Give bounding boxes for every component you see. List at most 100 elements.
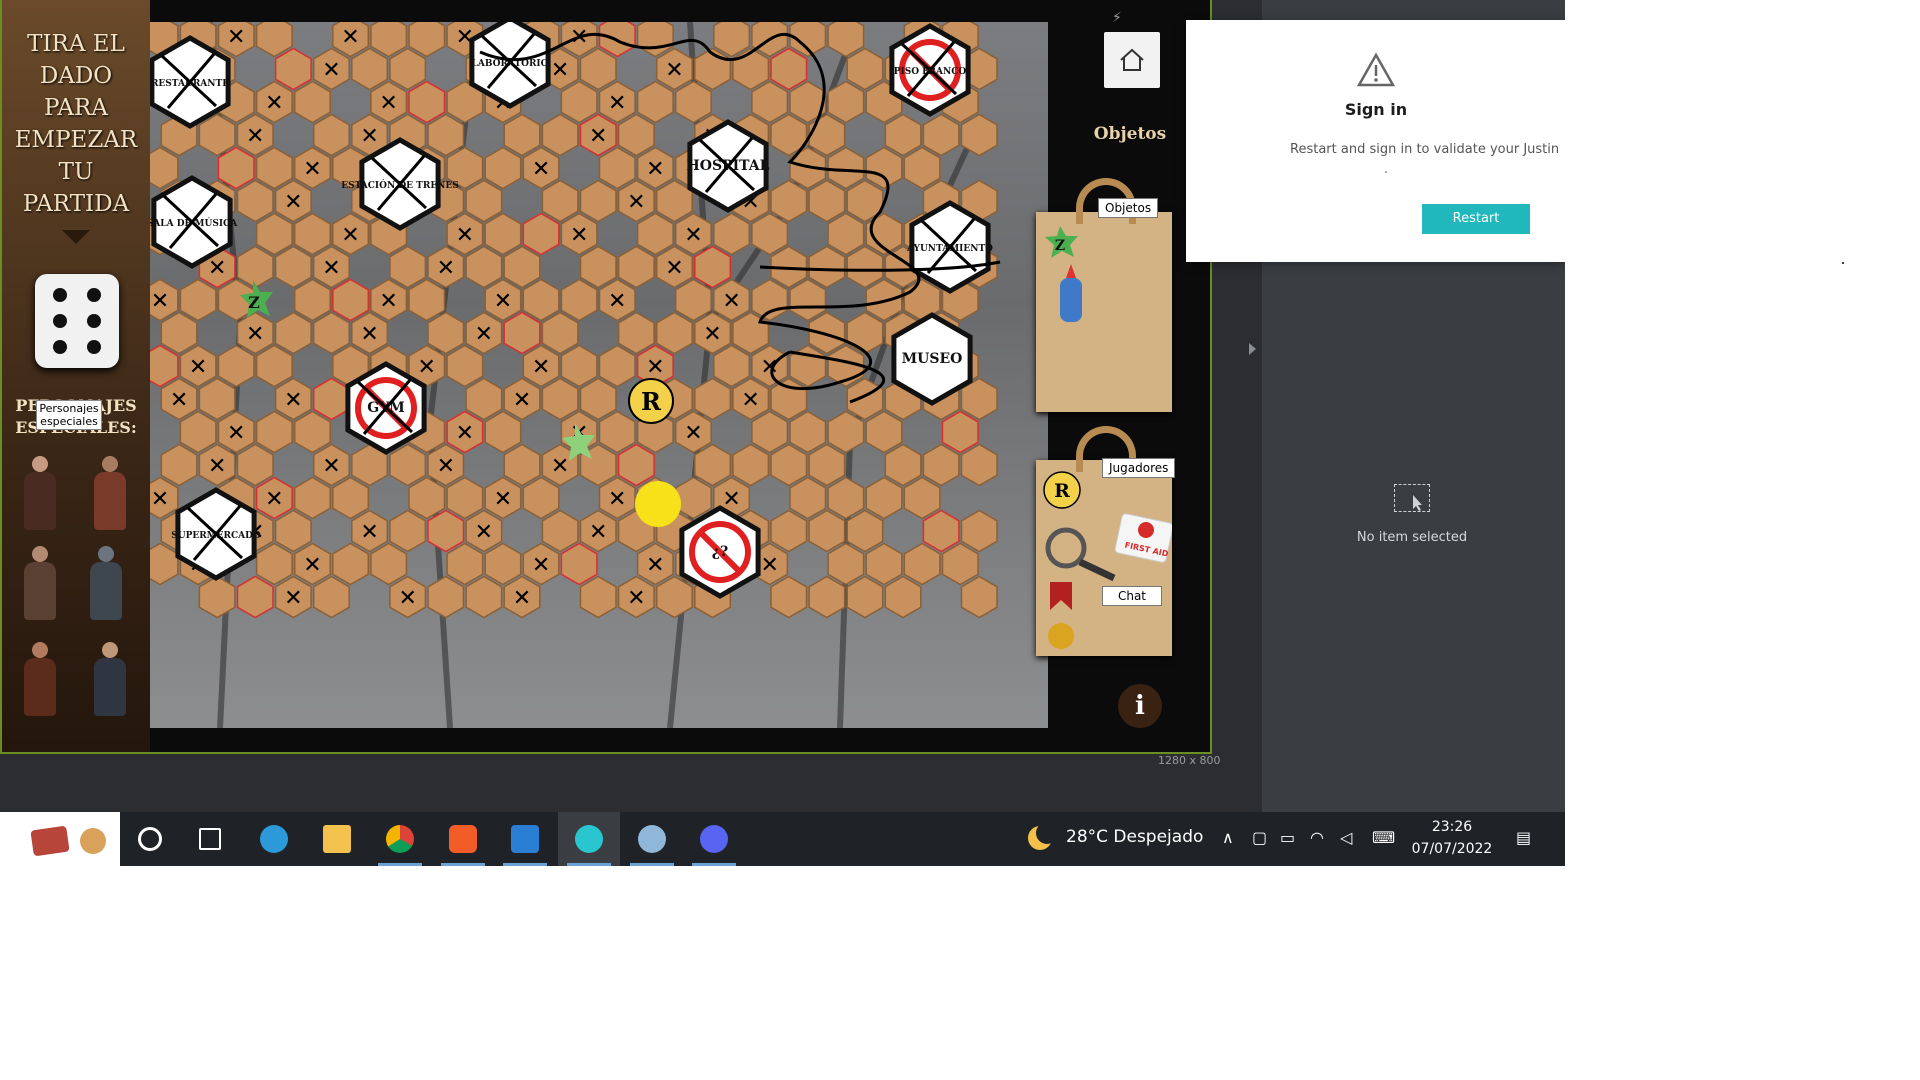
brave-icon[interactable] [449,825,477,853]
board-cell[interactable] [293,278,331,322]
board-cell[interactable] [255,344,293,388]
weather-text[interactable]: 28°C Despejado [1066,827,1203,847]
board-cell[interactable] [484,146,522,190]
dice-button[interactable] [35,274,119,368]
board-cell[interactable] [408,22,446,58]
clock-date[interactable]: 07/07/2022 [1406,841,1498,857]
board-cell[interactable] [865,476,903,520]
character-avatar[interactable] [16,544,64,622]
board-cell[interactable] [236,245,274,289]
board-cell[interactable] [274,311,312,355]
board-cell[interactable] [255,542,293,586]
board-cell[interactable] [846,509,884,553]
board-cell[interactable] [293,476,331,520]
board-cell[interactable] [198,113,236,157]
board-cell[interactable] [827,146,865,190]
board-cell[interactable] [941,410,979,454]
character-avatar[interactable] [16,454,64,532]
board-cell[interactable] [560,80,598,124]
board-cell[interactable] [370,22,408,58]
board-cell[interactable] [636,212,674,256]
board-cell[interactable] [255,22,293,58]
board-cell[interactable] [560,278,598,322]
notifications-icon[interactable]: ▤ [1516,828,1531,847]
board-cell[interactable] [160,311,198,355]
board-cell[interactable] [827,22,865,58]
board-cell[interactable] [503,311,541,355]
board-cell[interactable] [636,80,674,124]
board-cell[interactable] [503,113,541,157]
board-cell[interactable] [427,113,465,157]
board-cell[interactable] [770,509,808,553]
board-cell[interactable] [389,245,427,289]
board-cell[interactable] [150,146,179,190]
file-explorer-icon[interactable] [323,825,351,853]
board-cell[interactable] [960,443,998,487]
board-cell[interactable] [884,575,922,619]
board-cell[interactable] [808,443,846,487]
board-cell[interactable] [484,410,522,454]
board-cell[interactable] [617,113,655,157]
room-tile[interactable]: ¿? [679,505,761,599]
board-cell[interactable] [150,344,179,388]
board-cell[interactable] [674,476,712,520]
board-cell[interactable] [808,509,846,553]
board-cell[interactable] [408,278,446,322]
board-cell[interactable] [465,245,503,289]
board-cell[interactable] [217,344,255,388]
discord-icon[interactable] [700,825,728,853]
players-tag[interactable]: Jugadores [1102,458,1176,478]
board-cell[interactable] [408,80,446,124]
board-cell[interactable] [465,179,503,223]
token-r[interactable]: R [628,378,674,424]
board-cell[interactable] [617,311,655,355]
board-cell[interactable] [960,575,998,619]
board-cell[interactable] [922,509,960,553]
battery-icon[interactable]: ▭ [1280,828,1295,847]
board-cell[interactable] [827,476,865,520]
board-cell[interactable] [446,542,484,586]
board-cell[interactable] [332,476,370,520]
paint-icon[interactable] [638,825,666,853]
board-cell[interactable] [655,311,693,355]
keyboard-icon[interactable]: ⌨ [1372,828,1395,847]
board-cell[interactable] [522,476,560,520]
board-cell[interactable] [598,344,636,388]
vscode-icon[interactable] [511,825,539,853]
board-cell[interactable] [808,311,846,355]
board-cell[interactable] [351,47,389,91]
taskbar-widget[interactable] [0,812,120,866]
chrome-icon[interactable] [386,825,414,853]
character-avatar[interactable] [16,640,64,718]
active-app-icon[interactable] [575,825,603,853]
board-cell[interactable] [674,80,712,124]
chat-tag[interactable]: Chat [1102,586,1162,606]
board-cell[interactable] [903,146,941,190]
board-cell[interactable] [941,542,979,586]
board-cell[interactable] [293,80,331,124]
board-cell[interactable] [389,443,427,487]
board-cell[interactable] [370,542,408,586]
room-tile[interactable]: MUSEO [891,312,973,406]
board-cell[interactable] [770,47,808,91]
board-cell[interactable] [179,278,217,322]
board-cell[interactable] [560,344,598,388]
board-cell[interactable] [713,22,751,58]
board-cell[interactable] [312,311,350,355]
board-cell[interactable] [617,443,655,487]
board-cell[interactable] [503,245,541,289]
board-cell[interactable] [522,278,560,322]
board-cell[interactable] [808,245,846,289]
board-cell[interactable] [389,47,427,91]
board-cell[interactable] [827,212,865,256]
board-cell[interactable] [408,476,446,520]
board-cell[interactable] [484,212,522,256]
edge-icon[interactable] [260,825,288,853]
board-cell[interactable] [846,575,884,619]
board-cell[interactable] [598,146,636,190]
board-cell[interactable] [598,410,636,454]
board-cell[interactable] [579,377,617,421]
board-cell[interactable] [255,410,293,454]
objects-tag[interactable]: Objetos [1098,198,1159,218]
board-cell[interactable] [732,47,770,91]
